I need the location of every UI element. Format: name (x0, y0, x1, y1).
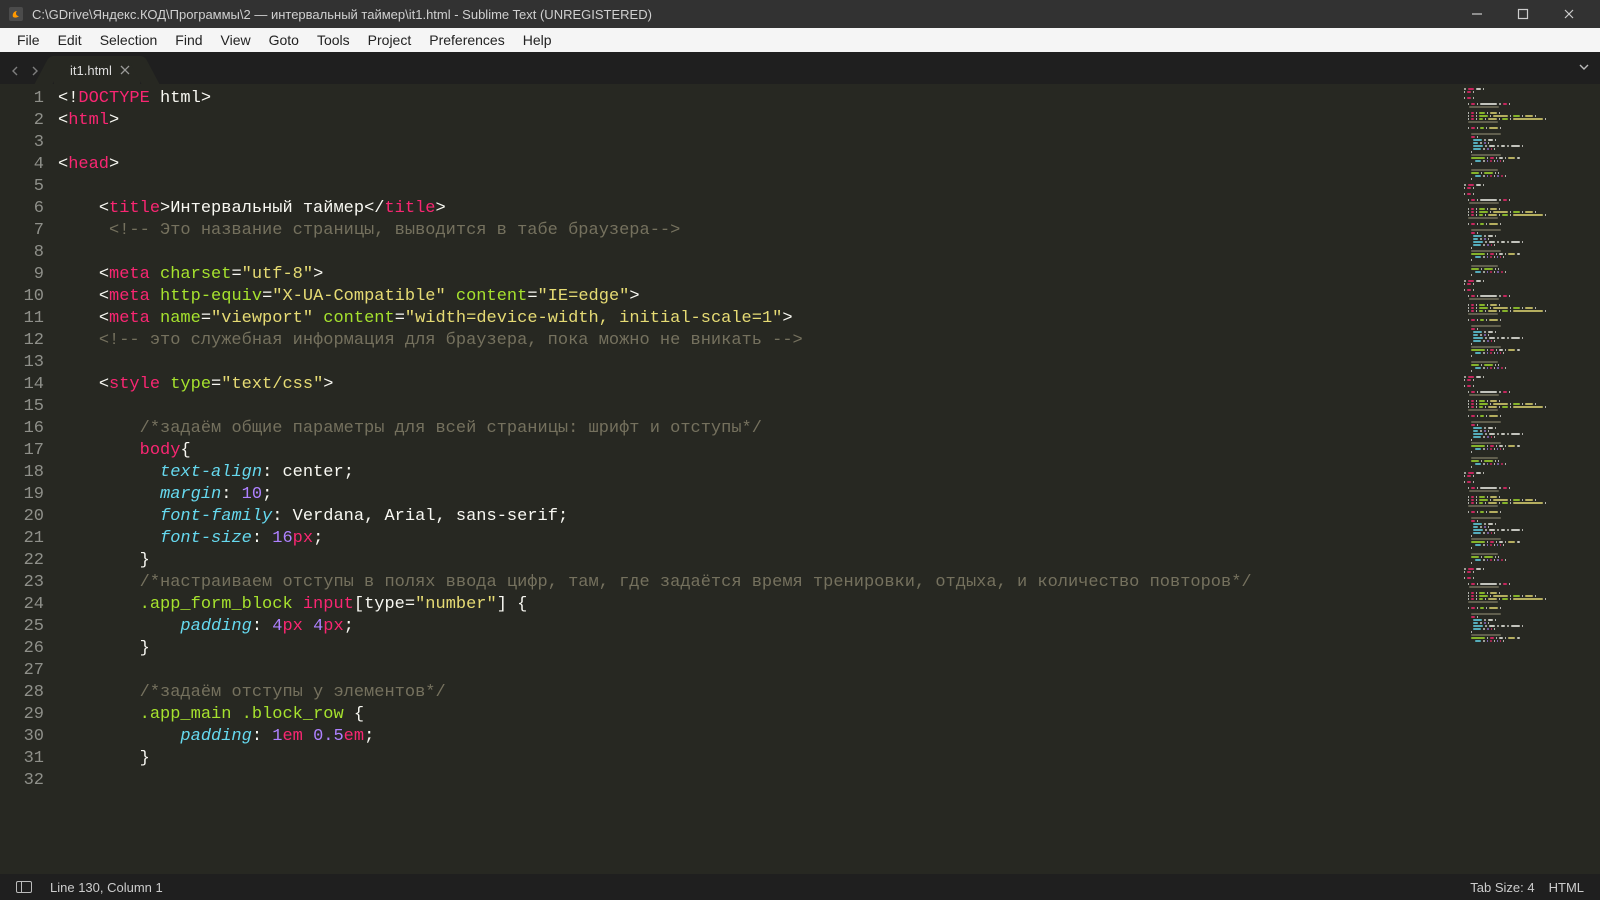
status-bar: Line 130, Column 1 Tab Size: 4 HTML (0, 874, 1600, 900)
menu-view[interactable]: View (212, 30, 260, 50)
menu-help[interactable]: Help (514, 30, 561, 50)
tab-history-back[interactable] (6, 62, 24, 80)
tab-close-icon[interactable] (118, 63, 132, 77)
status-tab-size[interactable]: Tab Size: 4 (1470, 880, 1534, 895)
status-syntax[interactable]: HTML (1549, 880, 1584, 895)
menu-preferences[interactable]: Preferences (420, 30, 513, 50)
app-icon (8, 6, 24, 22)
line-number-gutter: 1234567891011121314151617181920212223242… (0, 84, 58, 874)
maximize-button[interactable] (1500, 0, 1546, 28)
menu-bar: FileEditSelectionFindViewGotoToolsProjec… (0, 28, 1600, 52)
status-cursor-position[interactable]: Line 130, Column 1 (50, 880, 163, 895)
menu-find[interactable]: Find (166, 30, 211, 50)
menu-edit[interactable]: Edit (49, 30, 91, 50)
menu-file[interactable]: File (8, 30, 49, 50)
menu-goto[interactable]: Goto (260, 30, 308, 50)
menu-tools[interactable]: Tools (308, 30, 359, 50)
menu-project[interactable]: Project (359, 30, 421, 50)
editor-area[interactable]: 1234567891011121314151617181920212223242… (0, 84, 1600, 874)
minimize-button[interactable] (1454, 0, 1500, 28)
title-bar: C:\GDrive\Яндекс.КОД\Программы\2 — интер… (0, 0, 1600, 28)
menu-selection[interactable]: Selection (91, 30, 167, 50)
window-title: C:\GDrive\Яндекс.КОД\Программы\2 — интер… (32, 7, 1454, 22)
tab-label: it1.html (70, 63, 112, 78)
code-content[interactable]: <!DOCTYPE html><html><head> <title>Интер… (58, 84, 1460, 874)
tab-it1-html[interactable]: it1.html (54, 56, 140, 84)
minimap[interactable] (1460, 84, 1600, 874)
tab-overflow-icon[interactable] (1568, 54, 1600, 84)
close-button[interactable] (1546, 0, 1592, 28)
side-panel-toggle-icon[interactable] (16, 881, 32, 893)
tab-strip: it1.html (0, 52, 1600, 84)
